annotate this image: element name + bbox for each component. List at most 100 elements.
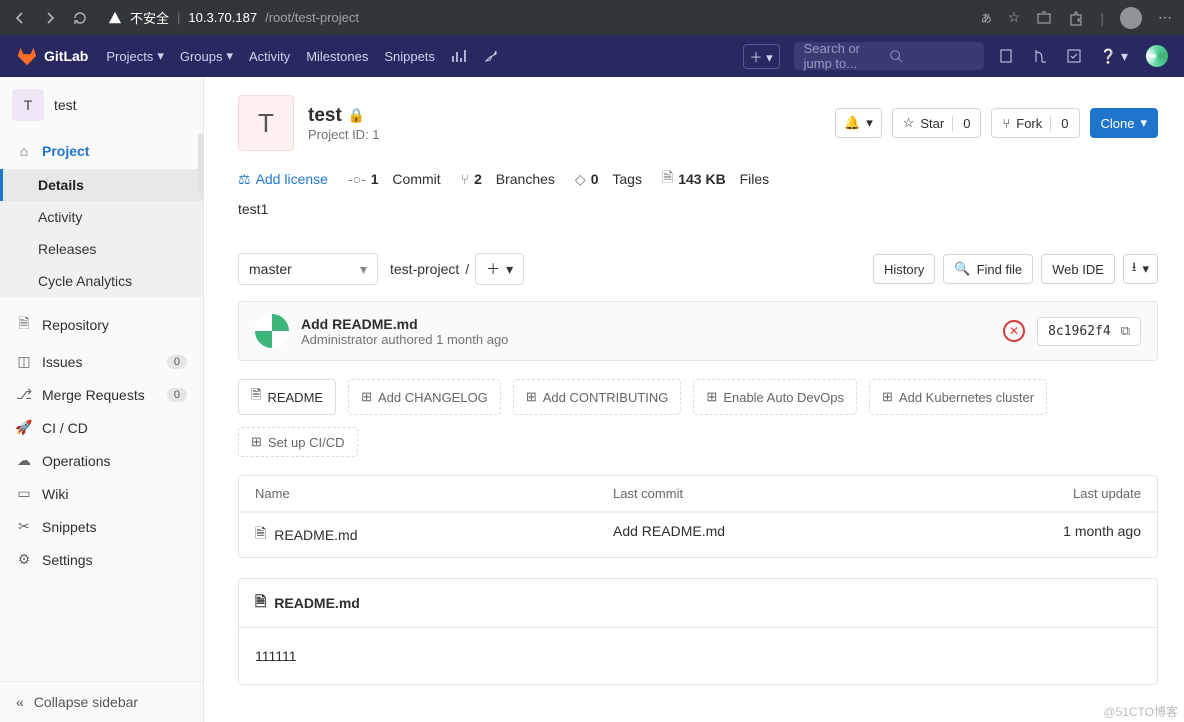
issues-count-badge: 0 — [167, 355, 187, 369]
scissors-icon: ✂ — [16, 518, 32, 535]
header-todos-icon[interactable] — [1066, 48, 1082, 64]
sidebar-item-cicd[interactable]: 🚀CI / CD — [0, 411, 203, 444]
header-new-icon[interactable]: ＋ ▾ — [743, 44, 780, 69]
forward-icon[interactable] — [42, 10, 58, 26]
file-table: Name Last commit Last update 🗎README.md … — [238, 475, 1158, 558]
commit-title[interactable]: Add README.md — [301, 316, 418, 332]
nav-projects[interactable]: Projects▾ — [106, 48, 164, 64]
screenshot-icon[interactable] — [1036, 10, 1052, 26]
files-stat[interactable]: 🗎143 KB Files — [662, 167, 769, 191]
translate-icon[interactable]: あ — [981, 10, 992, 26]
breadcrumb-root[interactable]: test-project — [390, 261, 459, 277]
star-count: 0 — [952, 116, 970, 131]
chip-setup-cicd[interactable]: ⊞Set up CI/CD — [238, 427, 358, 457]
sidebar-item-snippets[interactable]: ✂Snippets — [0, 510, 203, 543]
sidebar-item-merge-requests[interactable]: ⎇Merge Requests0 — [0, 378, 203, 411]
project-sidebar: T test ⌂Project Details Activity Release… — [0, 77, 204, 722]
sidebar-item-repository[interactable]: 🗎Repository — [0, 305, 203, 345]
nav-admin-icon[interactable] — [483, 48, 499, 64]
sidebar-project-header[interactable]: T test — [0, 77, 203, 133]
url-host: 10.3.70.187 — [188, 10, 257, 25]
sidebar-collapse[interactable]: «Collapse sidebar — [0, 681, 203, 722]
commit-meta: Administrator authored 1 month ago — [301, 332, 508, 347]
chevron-down-icon: ▾ — [226, 48, 233, 64]
chevron-down-icon: ▾ — [1140, 115, 1147, 131]
browser-menu-icon[interactable]: ⋯ — [1158, 9, 1172, 26]
fork-button[interactable]: ⑂Fork0 — [991, 108, 1079, 138]
table-row[interactable]: 🗎README.md Add README.md 1 month ago — [239, 512, 1157, 557]
chip-readme[interactable]: 🗎README — [238, 379, 336, 415]
sidebar-sub-details[interactable]: Details — [0, 169, 203, 201]
browser-toolbar: 不安全 | 10.3.70.187/root/test-project あ ☆ … — [0, 0, 1184, 35]
nav-activity[interactable]: Activity — [249, 49, 290, 64]
header-merge-icon[interactable] — [1032, 48, 1048, 64]
commit-sha: 8c1962f4⧉ — [1037, 317, 1141, 346]
gitlab-logo[interactable]: GitLab — [16, 45, 88, 67]
chevron-down-icon: ▾ — [360, 261, 367, 278]
chip-add-kubernetes[interactable]: ⊞Add Kubernetes cluster — [869, 379, 1047, 415]
sidebar-sub-activity[interactable]: Activity — [0, 201, 203, 233]
bell-icon: 🔔 — [844, 115, 860, 131]
download-dropdown[interactable]: ⭳▾ — [1123, 254, 1158, 284]
commits-stat[interactable]: -○-1 Commit — [348, 171, 441, 187]
sidebar-item-project[interactable]: ⌂Project — [0, 135, 203, 167]
search-icon — [889, 49, 974, 63]
sidebar-item-settings[interactable]: ⚙Settings — [0, 543, 203, 576]
header-issues-icon[interactable] — [998, 48, 1014, 64]
reload-icon[interactable] — [72, 10, 88, 26]
address-bar[interactable]: 不安全 | 10.3.70.187/root/test-project — [102, 5, 959, 31]
file-icon: 🗎 — [662, 167, 673, 191]
lock-icon: 🔒 — [348, 107, 365, 124]
browser-profile-avatar[interactable] — [1120, 7, 1142, 29]
branch-select[interactable]: master▾ — [238, 253, 378, 285]
copy-icon[interactable]: ⧉ — [1121, 324, 1130, 339]
history-button[interactable]: History — [873, 254, 935, 284]
nav-milestones[interactable]: Milestones — [306, 49, 368, 64]
fork-icon: ⑂ — [1002, 116, 1010, 131]
file-last-commit: Add README.md — [613, 523, 971, 547]
chevron-down-icon: ▾ — [157, 48, 164, 64]
commit-author-avatar[interactable] — [255, 314, 289, 348]
branches-stat[interactable]: ⑂2 Branches — [461, 171, 555, 187]
plus-icon: ＋ — [486, 259, 500, 279]
watermark: @51CTO博客 — [1103, 703, 1178, 720]
book-icon: ▭ — [16, 485, 32, 502]
back-icon[interactable] — [12, 10, 28, 26]
breadcrumb-add-dropdown[interactable]: ＋▾ — [475, 253, 524, 285]
project-header: T test🔒 Project ID: 1 🔔▾ ☆Star0 ⑂Fork0 C… — [238, 95, 1158, 151]
insecure-label: 不安全 — [130, 8, 169, 27]
star-icon: ☆ — [903, 115, 915, 131]
project-stats: ⚖Add license -○-1 Commit ⑂2 Branches ◇0 … — [238, 167, 1158, 191]
notification-dropdown[interactable]: 🔔▾ — [835, 108, 882, 138]
star-button[interactable]: ☆Star0 — [892, 108, 982, 138]
merge-count-badge: 0 — [167, 388, 187, 402]
project-tile: T — [12, 89, 44, 121]
clone-button[interactable]: Clone▾ — [1090, 108, 1159, 138]
extensions-icon[interactable] — [1068, 10, 1084, 26]
sidebar-item-wiki[interactable]: ▭Wiki — [0, 477, 203, 510]
header-user-avatar[interactable] — [1146, 45, 1168, 67]
sidebar-sub-cycle-analytics[interactable]: Cycle Analytics — [0, 265, 203, 297]
search-placeholder: Search or jump to... — [804, 41, 889, 71]
project-id-label: Project ID: 1 — [308, 127, 380, 142]
sidebar-item-issues[interactable]: ◫Issues0 — [0, 345, 203, 378]
header-search[interactable]: Search or jump to... — [794, 42, 984, 70]
pipeline-status-failed-icon[interactable]: ✕ — [1003, 320, 1025, 342]
chip-add-changelog[interactable]: ⊞Add CHANGELOG — [348, 379, 501, 415]
sidebar-item-operations[interactable]: ☁Operations — [0, 444, 203, 477]
nav-groups[interactable]: Groups▾ — [180, 48, 233, 64]
chevrons-left-icon: « — [16, 694, 24, 710]
chip-enable-autodevops[interactable]: ⊞Enable Auto DevOps — [693, 379, 857, 415]
sidebar-sub-releases[interactable]: Releases — [0, 233, 203, 265]
header-help-icon[interactable]: ❔ ▾ — [1100, 48, 1128, 65]
file-icon: 🗎 — [255, 523, 266, 547]
bookmark-star-icon[interactable]: ☆ — [1008, 9, 1021, 26]
nav-graph-icon[interactable] — [451, 48, 467, 64]
tags-stat[interactable]: ◇0 Tags — [575, 171, 642, 188]
add-license-link[interactable]: ⚖Add license — [238, 171, 328, 188]
nav-snippets[interactable]: Snippets — [384, 49, 435, 64]
file-name: README.md — [274, 527, 357, 543]
web-ide-button[interactable]: Web IDE — [1041, 254, 1115, 284]
find-file-button[interactable]: 🔍Find file — [943, 254, 1033, 284]
chip-add-contributing[interactable]: ⊞Add CONTRIBUTING — [513, 379, 682, 415]
